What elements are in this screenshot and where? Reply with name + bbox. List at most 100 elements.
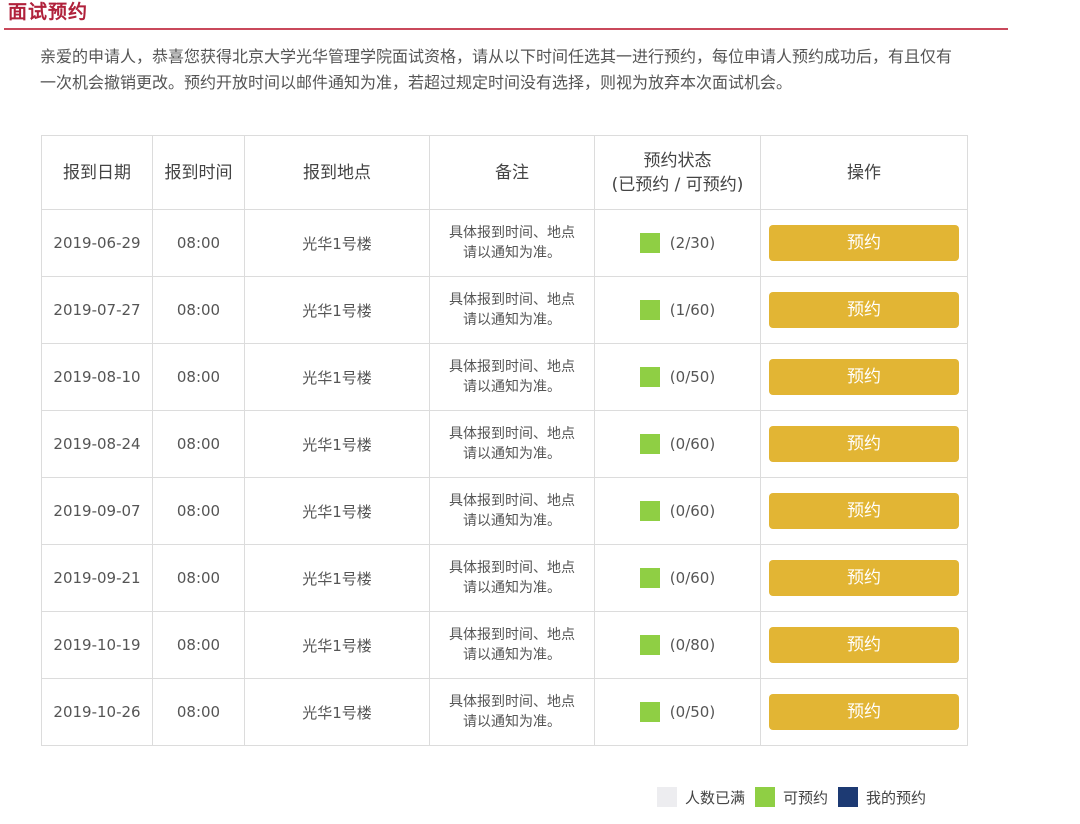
status-available-indicator [639, 568, 660, 588]
cell-note: 具体报到时间、地点 请以通知为准。 [429, 544, 595, 612]
cell-date: 2019-08-10 [41, 343, 153, 411]
status-available-indicator [639, 702, 660, 722]
cell-note: 具体报到时间、地点 请以通知为准。 [429, 343, 595, 411]
cell-date: 2019-08-24 [41, 410, 153, 478]
table-row: 2019-08-24 08:00 光华1号楼 具体报到时间、地点 请以通知为准。 (0/6… [41, 410, 968, 478]
table-row: 2019-10-26 08:00 光华1号楼 具体报到时间、地点 请以通知为准。 (0/5… [41, 678, 968, 746]
cell-location: 光华1号楼 [244, 611, 430, 679]
cell-location: 光华1号楼 [244, 410, 430, 478]
cell-date: 2019-09-21 [41, 544, 153, 612]
legend-item-available: 可预约 [755, 787, 828, 808]
cell-action: 预约 [760, 343, 968, 411]
page-title: 面试预约 [8, 1, 89, 23]
status-count: (0/50) [669, 703, 716, 721]
cell-time: 08:00 [152, 343, 245, 411]
reserve-button[interactable]: 预约 [769, 292, 959, 328]
note-line: 具体报到时间、地点 [449, 560, 575, 576]
cell-location: 光华1号楼 [244, 544, 430, 612]
note-line: 具体报到时间、地点 [449, 627, 575, 643]
cell-action: 预约 [760, 209, 968, 277]
cell-note: 具体报到时间、地点 请以通知为准。 [429, 611, 595, 679]
status-count: (0/60) [669, 502, 716, 520]
table-row: 2019-10-19 08:00 光华1号楼 具体报到时间、地点 请以通知为准。 (0/8… [41, 611, 968, 679]
note-line: 具体报到时间、地点 [449, 359, 575, 375]
reserve-button[interactable]: 预约 [769, 560, 959, 596]
status-available-indicator [639, 635, 660, 655]
cell-location: 光华1号楼 [244, 477, 430, 545]
status-count: (0/60) [669, 435, 716, 453]
reserve-button[interactable]: 预约 [769, 359, 959, 395]
status-available-indicator [639, 434, 660, 454]
note-line: 具体报到时间、地点 [449, 225, 575, 241]
header-location: 报到地点 [244, 135, 430, 210]
table-row: 2019-08-10 08:00 光华1号楼 具体报到时间、地点 请以通知为准。 (0/5… [41, 343, 968, 411]
header-status: 预约状态 (已预约 / 可预约) [594, 135, 761, 210]
legend-swatch-full [657, 787, 677, 807]
status-count: (2/30) [669, 234, 716, 252]
table-header-row: 报到日期 报到时间 报到地点 备注 预约状态 (已预约 / 可预约) 操作 [41, 135, 968, 210]
cell-time: 08:00 [152, 477, 245, 545]
header-time: 报到时间 [152, 135, 245, 210]
note-line: 具体报到时间、地点 [449, 426, 575, 442]
reserve-button[interactable]: 预约 [769, 493, 959, 529]
cell-action: 预约 [760, 611, 968, 679]
note-line: 请以通知为准。 [463, 245, 561, 261]
status-count: (1/60) [669, 301, 716, 319]
status-available-indicator [639, 367, 660, 387]
cell-location: 光华1号楼 [244, 343, 430, 411]
cell-time: 08:00 [152, 410, 245, 478]
cell-time: 08:00 [152, 611, 245, 679]
note-line: 请以通知为准。 [463, 446, 561, 462]
header-note: 备注 [429, 135, 595, 210]
cell-status: (0/50) [594, 678, 761, 746]
status-count: (0/80) [669, 636, 716, 654]
note-line: 具体报到时间、地点 [449, 694, 575, 710]
cell-action: 预约 [760, 276, 968, 344]
reserve-button[interactable]: 预约 [769, 694, 959, 730]
note-line: 请以通知为准。 [463, 379, 561, 395]
cell-action: 预约 [760, 477, 968, 545]
legend-swatch-available [755, 787, 776, 807]
legend-item-mine: 我的预约 [838, 787, 926, 808]
cell-note: 具体报到时间、地点 请以通知为准。 [429, 477, 595, 545]
interview-schedule-table: 报到日期 报到时间 报到地点 备注 预约状态 (已预约 / 可预约) 操作 20… [41, 135, 968, 746]
cell-time: 08:00 [152, 544, 245, 612]
legend-label-mine: 我的预约 [866, 788, 927, 807]
cell-status: (2/30) [594, 209, 761, 277]
cell-date: 2019-09-07 [41, 477, 153, 545]
note-line: 请以通知为准。 [463, 647, 561, 663]
cell-date: 2019-06-29 [41, 209, 153, 277]
cell-time: 08:00 [152, 276, 245, 344]
reserve-button[interactable]: 预约 [769, 225, 959, 261]
cell-status: (0/60) [594, 410, 761, 478]
header-date: 报到日期 [41, 135, 153, 210]
cell-status: (1/60) [594, 276, 761, 344]
status-count: (0/50) [669, 368, 716, 386]
note-line: 请以通知为准。 [463, 513, 561, 529]
header-status-title: 预约状态 [643, 150, 712, 171]
intro-text: 亲爱的申请人，恭喜您获得北京大学光华管理学院面试资格，请从以下时间任选其一进行预… [40, 47, 953, 92]
cell-status: (0/60) [594, 544, 761, 612]
note-line: 请以通知为准。 [463, 580, 561, 596]
cell-location: 光华1号楼 [244, 678, 430, 746]
cell-status: (0/50) [594, 343, 761, 411]
note-line: 具体报到时间、地点 [449, 292, 575, 308]
reserve-button[interactable]: 预约 [769, 627, 959, 663]
status-available-indicator [639, 300, 660, 320]
cell-action: 预约 [760, 410, 968, 478]
cell-status: (0/60) [594, 477, 761, 545]
cell-date: 2019-10-19 [41, 611, 153, 679]
reserve-button[interactable]: 预约 [769, 426, 959, 462]
cell-location: 光华1号楼 [244, 209, 430, 277]
table-row: 2019-09-21 08:00 光华1号楼 具体报到时间、地点 请以通知为准。 (0/6… [41, 544, 968, 612]
note-line: 请以通知为准。 [463, 312, 561, 328]
note-line: 请以通知为准。 [463, 714, 561, 730]
cell-date: 2019-10-26 [41, 678, 153, 746]
header-status-subtitle: (已预约 / 可预约) [611, 174, 744, 195]
status-available-indicator [639, 233, 660, 253]
cell-action: 预约 [760, 678, 968, 746]
title-divider [4, 28, 1008, 30]
note-line: 具体报到时间、地点 [449, 493, 575, 509]
cell-note: 具体报到时间、地点 请以通知为准。 [429, 678, 595, 746]
cell-time: 08:00 [152, 678, 245, 746]
